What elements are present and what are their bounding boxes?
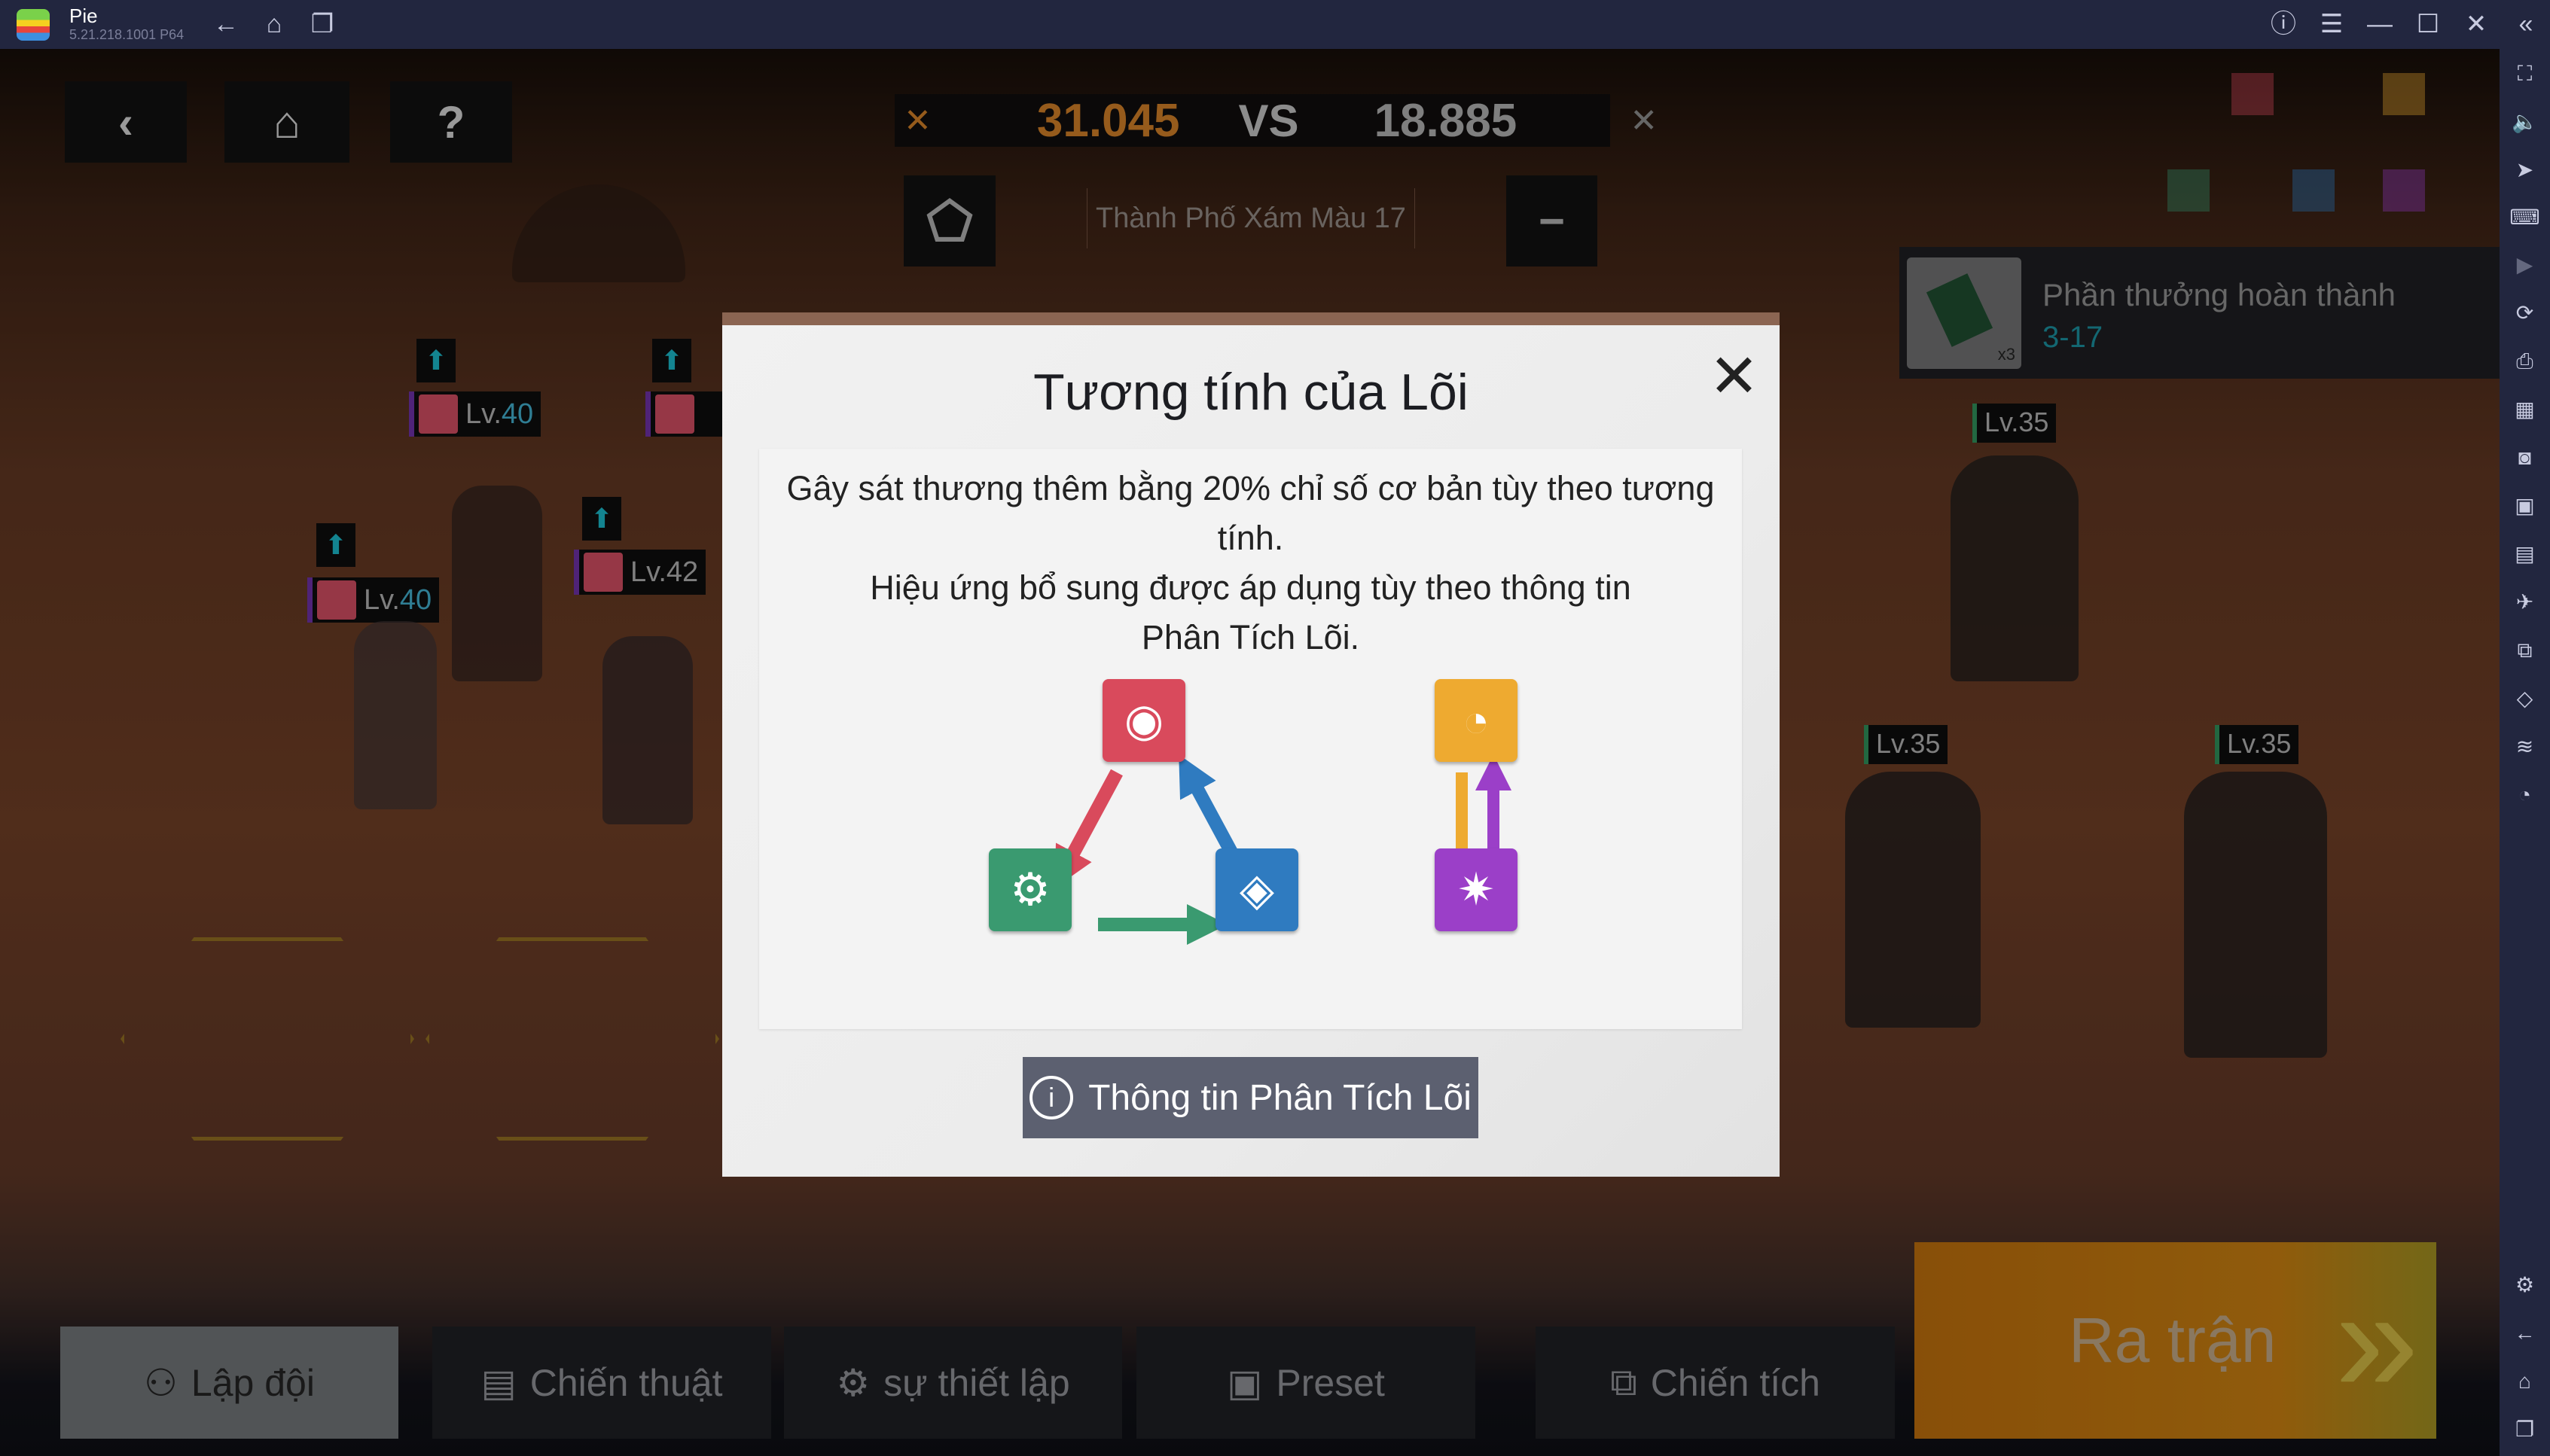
app-name: Pie <box>69 5 98 27</box>
pointer-icon[interactable]: ➤ <box>2500 151 2550 189</box>
help-icon[interactable]: ⓘ <box>2265 8 2301 41</box>
core-affinity-dialog: Tương tính của Lõi ✕ Gây sát thương thêm… <box>722 325 1780 1177</box>
minimize-icon[interactable]: — <box>2362 8 2398 41</box>
purple-core-icon: ✷ <box>1435 848 1517 931</box>
volume-icon[interactable]: 🔈 <box>2500 103 2550 141</box>
yellow-core-icon: ◔ <box>1435 679 1517 762</box>
airplane-icon[interactable]: ✈ <box>2500 583 2550 621</box>
app-version: 5.21.218.1001 P64 <box>69 27 185 42</box>
button-label: Thông tin Phân Tích Lõi <box>1088 1077 1472 1118</box>
macro-icon[interactable]: ▶ <box>2500 246 2550 284</box>
menu-icon[interactable]: ☰ <box>2314 8 2350 41</box>
record-icon[interactable]: ▣ <box>2500 487 2550 525</box>
settings-icon[interactable]: ⚙ <box>2500 1266 2550 1304</box>
maximize-icon[interactable]: ☐ <box>2410 8 2446 41</box>
close-icon[interactable]: ✕ <box>1709 346 1759 407</box>
green-core-icon: ⚙ <box>989 848 1072 931</box>
red-core-icon: ◉ <box>1103 679 1185 762</box>
eco-mode-icon[interactable]: ◇ <box>2500 680 2550 717</box>
close-window-icon[interactable]: ✕ <box>2458 8 2494 41</box>
description-text: Gây sát thương thêm bằng 20% chỉ số cơ b… <box>767 464 1734 663</box>
multi-instance-icon[interactable]: ⧉ <box>2500 632 2550 669</box>
install-apk-icon[interactable]: ⎙ <box>2500 343 2550 380</box>
arrow-red-to-green <box>1054 769 1123 888</box>
dialog-title: Tương tính của Lõi <box>1033 364 1469 421</box>
speed-icon[interactable]: ◔ <box>2500 776 2550 814</box>
android-home-icon[interactable]: ⌂ <box>2500 1363 2550 1400</box>
collapse-sidebar-icon[interactable]: « <box>2508 8 2544 41</box>
android-recents-icon[interactable]: ❐ <box>2500 1411 2550 1448</box>
fullscreen-icon[interactable]: ⛶ <box>2500 55 2550 93</box>
description-panel: Gây sát thương thêm bằng 20% chỉ số cơ b… <box>759 449 1742 1029</box>
home-icon[interactable]: ⌂ <box>256 8 292 41</box>
right-sidebar: ⛶ 🔈 ➤ ⌨ ▶ ⟳ ⎙ ▦ ◙ ▣ ▤ ✈ ⧉ ◇ ≋ ◔ ⚙ ← ⌂ ❐ <box>2500 49 2550 1456</box>
layers-icon[interactable]: ≋ <box>2500 728 2550 766</box>
keyboard-icon[interactable]: ⌨ <box>2500 199 2550 236</box>
android-back-icon[interactable]: ← <box>2500 1314 2550 1352</box>
app-logo <box>17 9 50 41</box>
rotate-icon[interactable]: ⟳ <box>2500 294 2550 332</box>
description-line-1: Gây sát thương thêm bằng 20% chỉ số cơ b… <box>786 469 1715 557</box>
media-folder-icon[interactable]: ▤ <box>2500 535 2550 573</box>
recent-apps-icon[interactable]: ❐ <box>304 8 340 41</box>
apk-icon[interactable]: ▦ <box>2500 391 2550 428</box>
description-line-2: Hiệu ứng bổ sung được áp dụng tùy theo t… <box>870 568 1631 656</box>
title-bar: Pie 5.21.218.1001 P64 ← ⌂ ❐ ⓘ ☰ — ☐ ✕ « <box>0 0 2550 49</box>
core-analysis-info-button[interactable]: i Thông tin Phân Tích Lõi <box>1023 1057 1478 1138</box>
blue-core-icon: ◈ <box>1216 848 1298 931</box>
screenshot-icon[interactable]: ◙ <box>2500 439 2550 477</box>
back-icon[interactable]: ← <box>208 8 244 41</box>
info-icon: i <box>1029 1076 1074 1119</box>
